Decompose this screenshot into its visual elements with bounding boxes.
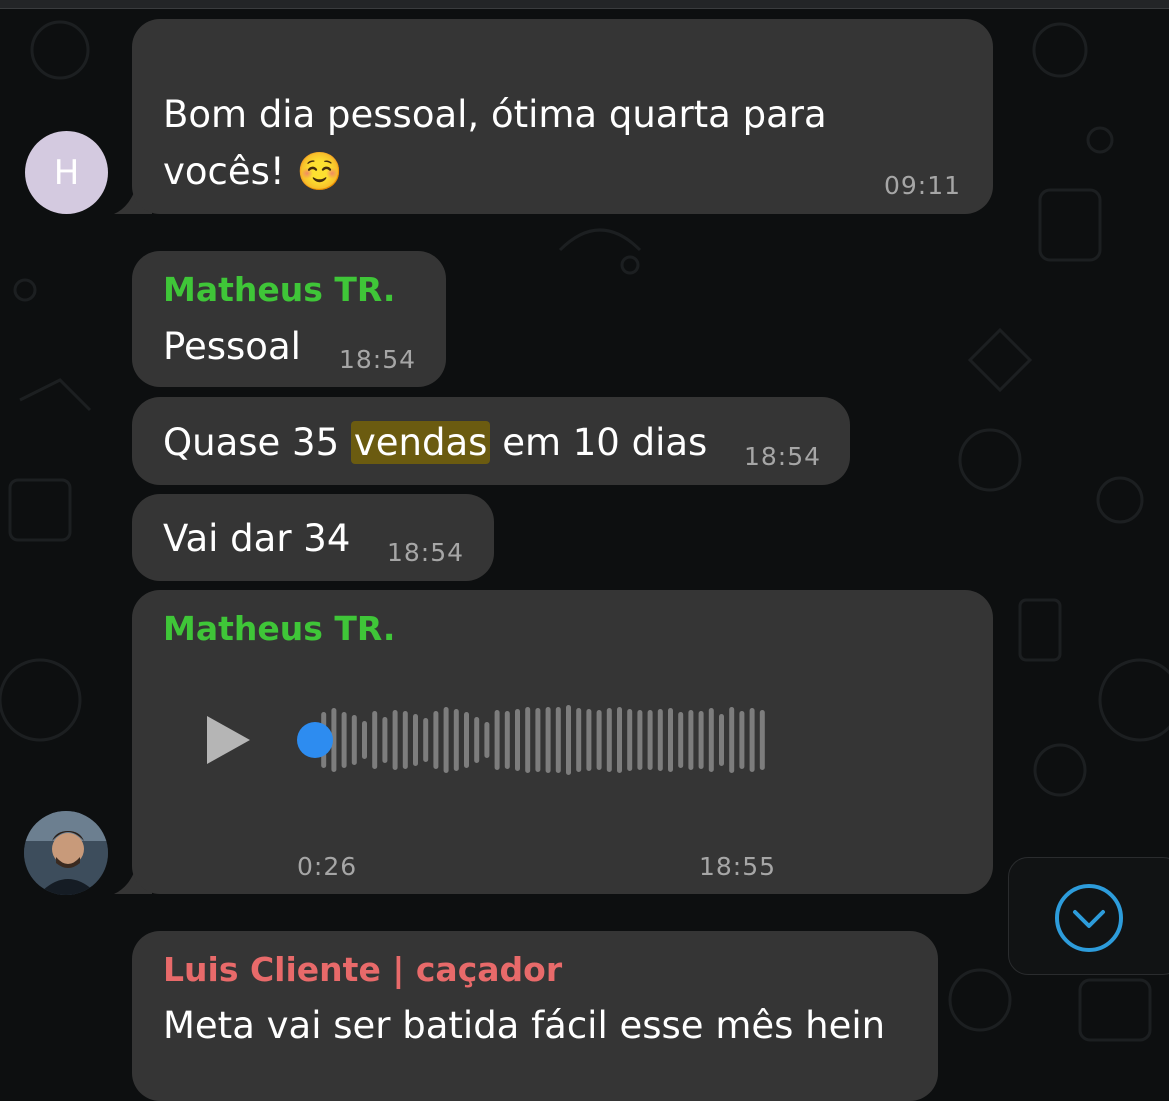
waveform-bar bbox=[729, 707, 735, 773]
sender-avatar-photo[interactable] bbox=[24, 811, 108, 895]
waveform-bar bbox=[382, 717, 388, 763]
waveform-bar bbox=[668, 708, 673, 772]
waveform-bar bbox=[657, 709, 663, 771]
waveform-bar bbox=[402, 711, 408, 769]
waveform-bar bbox=[637, 710, 643, 770]
message-bubble[interactable]: Quase 35 vendas em 10 dias 18:54 bbox=[132, 397, 850, 485]
sender-name[interactable]: Matheus TR. bbox=[163, 273, 395, 306]
message-text: Pessoal bbox=[163, 325, 301, 368]
waveform-bar bbox=[392, 710, 398, 770]
waveform-bar bbox=[566, 705, 571, 775]
waveform-bar bbox=[341, 712, 347, 768]
waveform-bar bbox=[515, 709, 520, 771]
message-time: 09:11 bbox=[884, 171, 962, 200]
waveform-bar bbox=[433, 711, 439, 769]
chevron-down-circle-icon bbox=[1055, 884, 1123, 952]
message-bubble[interactable]: Luis Cliente | caçador Meta vai ser bati… bbox=[132, 931, 938, 1101]
waveform-bar bbox=[453, 709, 459, 771]
message-text: Meta vai ser batida fácil esse mês hein bbox=[163, 1004, 886, 1047]
voice-message-bubble[interactable]: Matheus TR. 0:26 18:55 bbox=[132, 590, 993, 894]
sender-name[interactable]: Luis Cliente | caçador bbox=[163, 953, 562, 986]
message-text: Vai dar 34 bbox=[163, 517, 351, 560]
waveform-bar bbox=[647, 710, 653, 770]
message-time: 18:54 bbox=[387, 538, 465, 567]
message-text-line1: Bom dia pessoal, ótima quarta para bbox=[163, 93, 827, 136]
waveform-bar bbox=[494, 710, 500, 770]
waveform-bar bbox=[586, 709, 592, 771]
message-time: 18:54 bbox=[339, 345, 417, 374]
waveform-bar bbox=[372, 711, 378, 769]
waveform-bar bbox=[545, 707, 551, 773]
waveform-bar bbox=[423, 718, 429, 762]
waveform-bar bbox=[555, 707, 561, 773]
waveform-bar bbox=[484, 722, 490, 758]
waveform-bar bbox=[719, 714, 724, 766]
waveform-bar bbox=[739, 711, 745, 769]
top-edge-divider bbox=[0, 0, 1169, 9]
message-time: 18:55 bbox=[699, 852, 777, 881]
waveform-bar bbox=[596, 710, 602, 770]
waveform-bar bbox=[688, 710, 694, 770]
message-bubble[interactable]: Matheus TR. Pessoal 18:54 bbox=[132, 251, 446, 387]
smiling-emoji: ☺️ bbox=[296, 150, 343, 193]
waveform-bar bbox=[627, 709, 633, 771]
waveform-bar bbox=[576, 708, 582, 772]
waveform-bar bbox=[413, 714, 418, 766]
sender-avatar-h[interactable]: H bbox=[25, 131, 108, 214]
waveform-bar bbox=[606, 708, 612, 772]
message-bubble[interactable]: Bom dia pessoal, ótima quarta para vocês… bbox=[132, 19, 993, 214]
waveform-bar bbox=[464, 712, 469, 768]
waveform-bar bbox=[535, 708, 541, 772]
voice-duration: 0:26 bbox=[297, 852, 358, 881]
waveform-bar bbox=[708, 708, 714, 772]
voice-waveform[interactable] bbox=[295, 702, 775, 778]
waveform-bar bbox=[759, 710, 765, 770]
waveform-bar bbox=[698, 711, 704, 769]
play-icon[interactable] bbox=[204, 714, 252, 766]
waveform-bar bbox=[504, 711, 510, 769]
sender-name[interactable]: Matheus TR. bbox=[163, 612, 395, 645]
avatar-photo-image bbox=[24, 811, 108, 895]
message-text-line2: vocês! ☺️ bbox=[163, 150, 343, 193]
avatar-initial: H bbox=[53, 152, 80, 193]
search-highlight: vendas bbox=[350, 421, 491, 464]
waveform-bar bbox=[443, 707, 449, 773]
scroll-to-bottom-button[interactable] bbox=[1008, 857, 1169, 975]
waveform-bar bbox=[474, 717, 480, 763]
waveform-bar bbox=[525, 707, 531, 773]
message-bubble[interactable]: Vai dar 34 18:54 bbox=[132, 494, 494, 581]
message-time: 18:54 bbox=[744, 442, 822, 471]
waveform-bar bbox=[351, 715, 357, 765]
waveform-bar bbox=[678, 712, 684, 768]
message-text: Quase 35 vendas em 10 dias bbox=[163, 421, 708, 464]
waveform-bar bbox=[617, 707, 622, 773]
waveform-bar bbox=[749, 708, 755, 772]
playback-position-dot[interactable] bbox=[297, 722, 333, 758]
waveform-bar bbox=[362, 721, 367, 759]
